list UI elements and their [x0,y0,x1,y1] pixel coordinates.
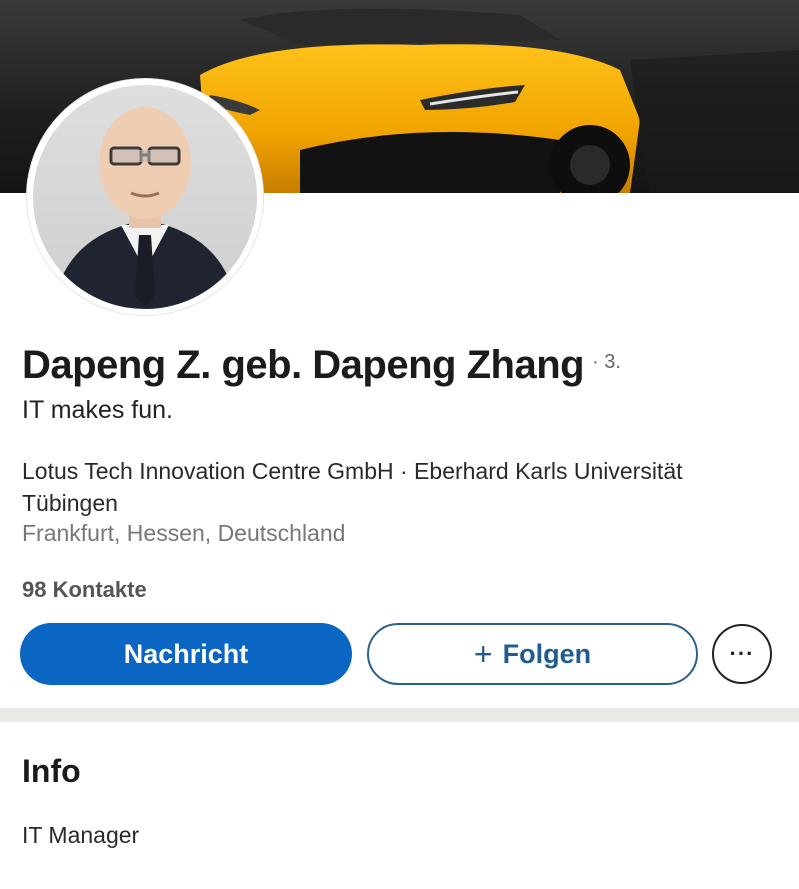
profile-name-row: Dapeng Z. geb. Dapeng Zhang · 3. [22,343,621,388]
follow-button[interactable]: + Folgen [367,623,698,685]
profile-headline: IT makes fun. [22,396,173,424]
more-options-button[interactable]: ··· [712,624,772,684]
message-button[interactable]: Nachricht [20,623,352,685]
profile-location: Frankfurt, Hessen, Deutschland [22,520,346,546]
avatar-photo [33,85,257,309]
profile-name: Dapeng Z. geb. Dapeng Zhang [22,343,585,387]
message-button-label: Nachricht [123,638,249,669]
ellipsis-icon: ··· [729,641,755,666]
info-section-title: Info [22,753,81,789]
connection-degree: · 3. [592,351,621,373]
plus-icon: + [473,636,493,672]
contacts-count[interactable]: 98 Kontakte [22,577,147,603]
section-divider [0,708,799,722]
follow-button-label: Folgen [502,638,592,669]
info-section-text: IT Manager [22,822,140,848]
profile-avatar[interactable] [27,79,263,315]
profile-company-education[interactable]: Lotus Tech Innovation Centre GmbH · Eber… [22,455,722,519]
